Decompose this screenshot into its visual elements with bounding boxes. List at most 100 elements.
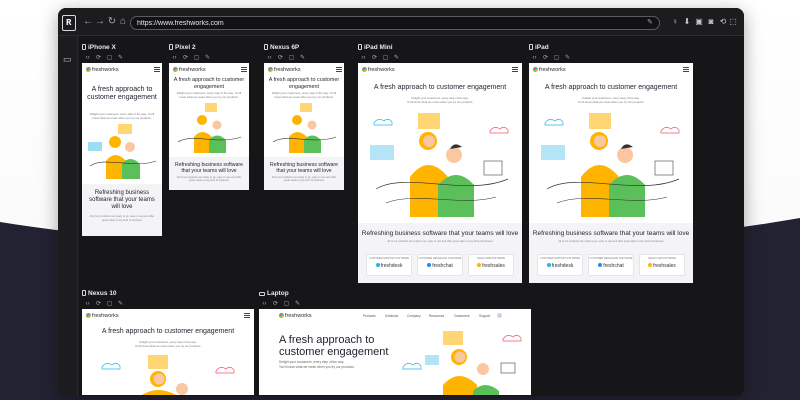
rotate-icon[interactable]: ⟳ bbox=[272, 301, 279, 308]
camera-icon[interactable]: ◙ bbox=[706, 16, 716, 28]
code-icon[interactable]: ‹› bbox=[261, 301, 268, 308]
rotate-icon[interactable]: ⟳ bbox=[371, 55, 378, 62]
devices-icon[interactable]: ▭ bbox=[63, 54, 75, 64]
device-screen: freshworks A fresh approach to customer … bbox=[82, 309, 254, 395]
back-icon[interactable]: ← bbox=[82, 16, 94, 28]
hero-title: A fresh approach to customer engagement bbox=[544, 84, 678, 91]
screenshot-icon[interactable]: ▢ bbox=[193, 55, 200, 62]
product-card-freshsales[interactable]: SALES CRM SOFTWARE freshsales bbox=[639, 254, 685, 276]
bulb-icon[interactable]: ♀ bbox=[670, 16, 680, 28]
hero-title: A fresh approach to customer engagement bbox=[373, 84, 507, 91]
rotate-icon[interactable]: ⟳ bbox=[542, 55, 549, 62]
brand-logo: freshworks bbox=[362, 67, 395, 73]
device-title: Laptop bbox=[259, 290, 289, 299]
url-edit-icon[interactable]: ✎ bbox=[647, 18, 655, 28]
device-ipad-mini: iPad Mini ‹› ⟳ ▢ ✎ freshworks A fresh ap… bbox=[358, 44, 522, 284]
product-card-freshchat[interactable]: CUSTOMER MESSAGING SOFTWARE freshchat bbox=[417, 254, 463, 276]
home-icon[interactable]: ⌂ bbox=[117, 16, 129, 28]
device-canvas: iPhone X ‹› ⟳ ▢ ✎ freshworks A fresh app… bbox=[79, 36, 744, 396]
edit-icon[interactable]: ✎ bbox=[204, 55, 211, 62]
edit-icon[interactable]: ✎ bbox=[117, 55, 124, 62]
freshdesk-icon bbox=[546, 263, 551, 267]
product-card-freshchat[interactable]: CUSTOMER MESSAGING SOFTWARE freshchat bbox=[588, 254, 634, 276]
forward-icon[interactable]: → bbox=[94, 16, 106, 28]
code-icon[interactable]: ‹› bbox=[84, 301, 91, 308]
url-input[interactable] bbox=[137, 18, 637, 29]
band-subtitle: All of our products are ready to go, eas… bbox=[558, 240, 664, 243]
edit-icon[interactable]: ✎ bbox=[117, 301, 124, 308]
menu-icon[interactable] bbox=[154, 67, 160, 72]
band-subtitle: All of our products are ready to go, eas… bbox=[271, 176, 337, 183]
hero-illustration bbox=[402, 331, 522, 395]
rotate-icon[interactable]: ⟳ bbox=[277, 55, 284, 62]
device-screen: freshworks A fresh approach to customer … bbox=[169, 63, 249, 190]
nav-resources[interactable]: Resources bbox=[429, 314, 444, 318]
edit-icon[interactable]: ✎ bbox=[294, 301, 301, 308]
device-ipad: iPad ‹› ⟳ ▢ ✎ freshworks A fresh approac… bbox=[529, 44, 693, 284]
screenshot-icon[interactable]: ▢ bbox=[106, 55, 113, 62]
band-title: Refreshing business software that your t… bbox=[89, 190, 155, 210]
app-logo-icon: R bbox=[62, 15, 76, 31]
nav-company[interactable]: Company bbox=[407, 314, 421, 318]
band-title: Refreshing business software that your t… bbox=[269, 162, 339, 174]
nav-customers[interactable]: Customers bbox=[454, 314, 469, 318]
menu-icon[interactable] bbox=[512, 67, 518, 72]
code-icon[interactable]: ‹› bbox=[171, 55, 178, 62]
rotate-icon[interactable]: ⟳ bbox=[182, 55, 189, 62]
nav-solutions[interactable]: Solutions bbox=[385, 314, 398, 318]
freshdesk-icon bbox=[375, 263, 380, 267]
device-title: iPhone X bbox=[82, 44, 116, 53]
device-screen: freshworks A fresh approach to customer … bbox=[529, 63, 693, 283]
screenshot-icon[interactable]: ▢ bbox=[283, 301, 290, 308]
product-card-freshsales[interactable]: SALES CRM SOFTWARE freshsales bbox=[468, 254, 514, 276]
hero-illustration bbox=[101, 355, 235, 395]
device-title: Nexus 6P bbox=[264, 44, 299, 53]
hero-subtitle: Delight your customers, every step of th… bbox=[89, 112, 155, 120]
rotate-icon[interactable]: ⟳ bbox=[95, 55, 102, 62]
lock-icon[interactable]: ▣ bbox=[694, 16, 704, 28]
select-icon[interactable]: ⬚ bbox=[728, 16, 738, 28]
browser-toolbar: R ← → ↻ ⌂ ✎ ♀ ⬇ ▣ ◙ ⟲ ⬚ bbox=[58, 8, 744, 36]
device-nexus-10: Nexus 10 ‹› ⟳ ▢ ✎ freshworks A fresh app… bbox=[82, 290, 254, 396]
nav-support[interactable]: Support bbox=[479, 314, 490, 318]
band-title: Refreshing business software that your t… bbox=[174, 162, 244, 174]
band-title: Refreshing business software that your t… bbox=[361, 230, 519, 237]
product-card-freshdesk[interactable]: CUSTOMER SUPPORT SOFTWARE freshdesk bbox=[366, 254, 412, 276]
url-bar[interactable]: ✎ bbox=[130, 16, 660, 30]
hero-subtitle: Delight your customers, every step of th… bbox=[271, 91, 337, 99]
band-subtitle: All of our products are ready to go, eas… bbox=[89, 215, 155, 222]
device-iphone-x: iPhone X ‹› ⟳ ▢ ✎ freshworks A fresh app… bbox=[82, 44, 162, 244]
language-icon[interactable] bbox=[497, 313, 502, 318]
hero-subtitle: Delight your customers, every step of th… bbox=[176, 91, 242, 99]
hero-title: A fresh approach to customer engagement bbox=[101, 328, 235, 335]
hero-title: A fresh approach to customer engagement bbox=[173, 77, 245, 90]
screenshot-icon[interactable]: ▢ bbox=[288, 55, 295, 62]
code-icon[interactable]: ‹› bbox=[360, 55, 367, 62]
freshchat-icon bbox=[598, 263, 603, 267]
band-subtitle: All of our products are ready to go, eas… bbox=[176, 176, 242, 183]
features-band: Refreshing business software that your t… bbox=[529, 223, 693, 283]
menu-icon[interactable] bbox=[683, 67, 689, 72]
menu-icon[interactable] bbox=[336, 67, 342, 72]
edit-icon[interactable]: ✎ bbox=[564, 55, 571, 62]
edit-icon[interactable]: ✎ bbox=[393, 55, 400, 62]
hero-illustration bbox=[541, 113, 680, 217]
screenshot-icon[interactable]: ▢ bbox=[106, 301, 113, 308]
hero-subtitle: Delight your customers, every step of th… bbox=[279, 360, 355, 369]
pin-icon[interactable]: ⬇ bbox=[682, 16, 692, 28]
sync-icon[interactable]: ⟲ bbox=[718, 16, 728, 28]
menu-icon[interactable] bbox=[244, 313, 250, 318]
brand-logo: freshworks bbox=[86, 313, 119, 319]
code-icon[interactable]: ‹› bbox=[84, 55, 91, 62]
edit-icon[interactable]: ✎ bbox=[299, 55, 306, 62]
screenshot-icon[interactable]: ▢ bbox=[553, 55, 560, 62]
rotate-icon[interactable]: ⟳ bbox=[95, 301, 102, 308]
product-card-freshdesk[interactable]: CUSTOMER SUPPORT SOFTWARE freshdesk bbox=[537, 254, 583, 276]
code-icon[interactable]: ‹› bbox=[266, 55, 273, 62]
nav-products[interactable]: Products bbox=[363, 314, 376, 318]
features-band: Refreshing business software that your t… bbox=[169, 157, 249, 190]
hero-subtitle: Delight your customers, every step of th… bbox=[134, 340, 202, 348]
menu-icon[interactable] bbox=[241, 67, 247, 72]
code-icon[interactable]: ‹› bbox=[531, 55, 538, 62]
screenshot-icon[interactable]: ▢ bbox=[382, 55, 389, 62]
